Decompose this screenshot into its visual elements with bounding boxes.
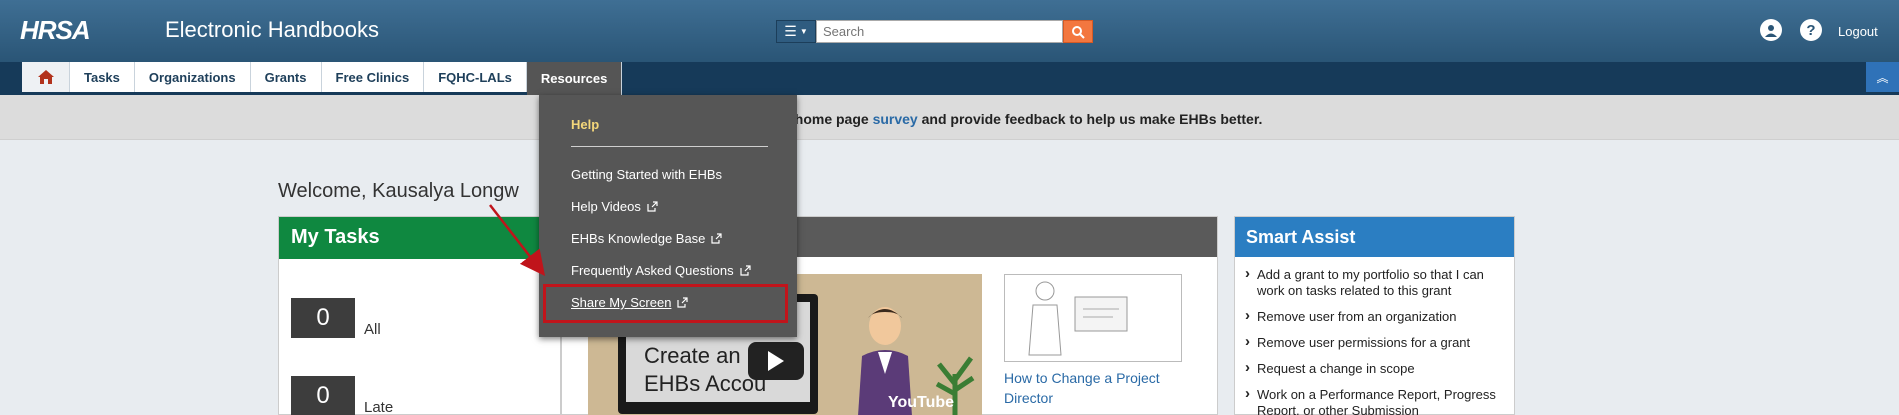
smart-assist-item[interactable]: Add a grant to my portfolio so that I ca… [1245,266,1504,299]
tab-organizations[interactable]: Organizations [134,62,251,92]
menu-item-faq[interactable]: Frequently Asked Questions [571,263,751,278]
hamburger-icon: ☰ [784,23,797,39]
late-tasks-label: Late [364,399,394,415]
double-chevron-up-icon: ︽ [1876,70,1889,85]
help-heading: Help [571,117,600,132]
caret-down-icon: ▼ [799,27,808,36]
app-title: Electronic Handbooks [165,17,380,42]
youtube-label: YouTube [888,394,955,411]
welcome-message: Welcome, Kausalya Longw [278,180,519,202]
presenter-sketch-image [1028,281,1128,356]
search-input[interactable] [816,20,1063,43]
menu-item-label: Getting Started with EHBs [571,167,723,182]
menu-divider [571,146,768,147]
smart-assist-item[interactable]: Work on a Performance Report, Progress R… [1245,386,1504,415]
tab-tasks[interactable]: Tasks [70,62,135,92]
announcement-text: w home page survey and provide feedback … [780,111,1262,127]
menu-item-knowledge-base[interactable]: EHBs Knowledge Base [571,231,723,246]
all-tasks-label: All [364,321,381,338]
logout-link[interactable]: Logout [1838,24,1878,39]
tab-home[interactable] [22,62,70,92]
announcement-banner: w home page survey and provide feedback … [0,95,1899,140]
search-button[interactable] [1063,20,1093,43]
external-link-icon [711,233,723,244]
menu-item-label: Help Videos [571,199,641,214]
change-project-director-link[interactable]: How to Change a Project Director [1004,368,1184,408]
external-link-icon [647,201,658,212]
late-tasks-count[interactable]: 0 [291,376,355,415]
search-menu-button[interactable]: ☰ ▼ [776,20,816,43]
tab-grants[interactable]: Grants [250,62,322,92]
search-icon [1072,25,1085,39]
logo-text: HRSA [20,14,91,45]
menu-item-getting-started[interactable]: Getting Started with EHBs [571,167,722,182]
main-nav: Tasks Organizations Grants Free Clinics … [0,62,1899,95]
smart-assist-item[interactable]: Remove user permissions for a grant [1245,334,1504,351]
hrsa-logo[interactable]: HRSA [20,12,91,48]
tab-fqhc-lals[interactable]: FQHC-LALs [424,62,527,92]
my-tasks-panel: My Tasks 0 All 0 Late [278,216,561,415]
user-circle-icon[interactable] [1760,19,1782,41]
smart-assist-panel: Smart Assist Add a grant to my portfolio… [1234,216,1515,415]
document-thumbnail[interactable] [1004,274,1182,362]
survey-link[interactable]: survey [873,111,918,127]
question-circle-icon[interactable]: ? [1800,19,1822,41]
smart-assist-item[interactable]: Request a change in scope [1245,360,1504,377]
tab-free-clinics[interactable]: Free Clinics [321,62,425,92]
menu-item-help-videos[interactable]: Help Videos [571,199,658,214]
external-link-icon [739,265,751,276]
announcement-text-after: and provide feedback to help us make EHB… [917,111,1263,127]
all-tasks-count[interactable]: 0 [291,298,355,338]
play-icon[interactable] [748,342,804,380]
my-tasks-title: My Tasks [279,217,560,259]
smart-assist-list: Add a grant to my portfolio so that I ca… [1235,257,1514,415]
menu-item-label: Frequently Asked Questions [571,263,734,278]
tab-resources[interactable]: Resources [526,62,623,95]
smart-assist-title: Smart Assist [1235,217,1514,257]
search-bar: ☰ ▼ [776,20,1093,43]
app-header: HRSA Electronic Handbooks ☰ ▼ ? Logout [0,0,1899,62]
share-my-screen-highlight-box [543,284,788,323]
menu-item-label: EHBs Knowledge Base [571,231,706,246]
home-icon [37,70,54,84]
smart-assist-item[interactable]: Remove user from an organization [1245,308,1504,325]
collapse-header-button[interactable]: ︽ [1866,62,1899,92]
